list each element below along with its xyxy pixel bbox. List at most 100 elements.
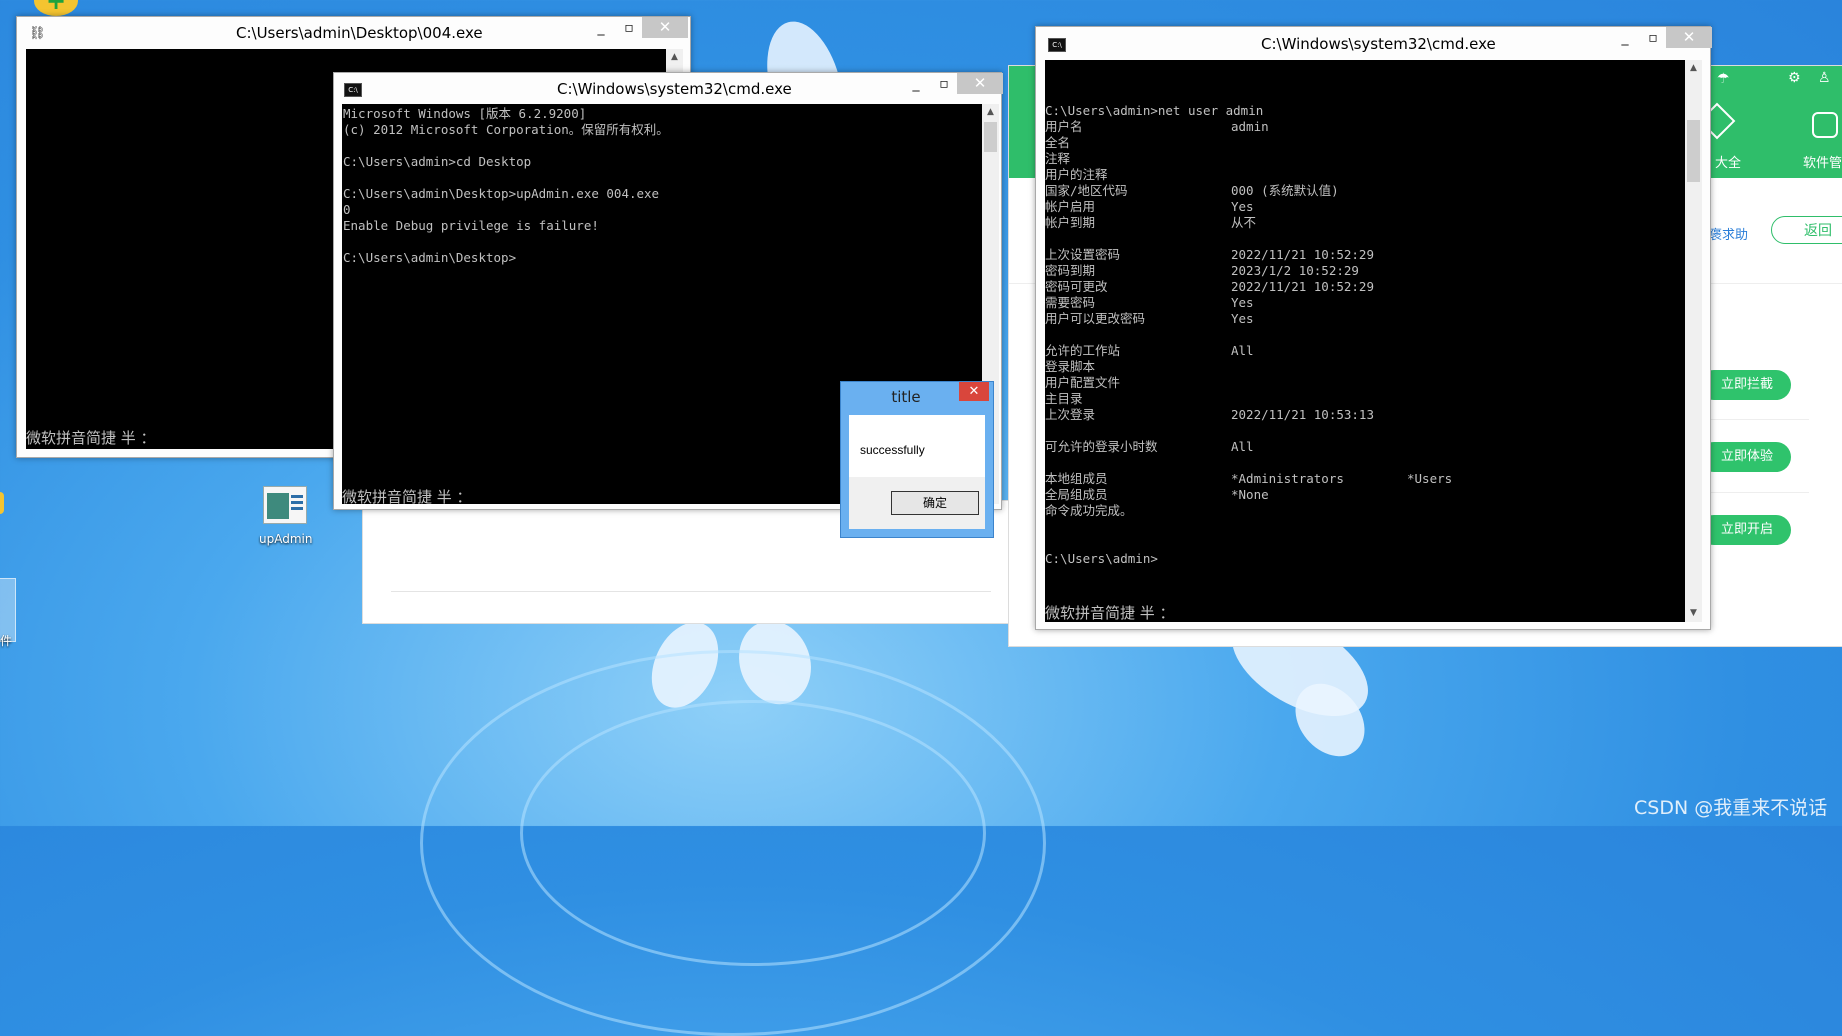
tab-label-2[interactable]: 软件管 bbox=[1803, 152, 1842, 171]
console-key: 密码可更改 bbox=[1045, 279, 1108, 294]
maximize-button[interactable]: ▫ bbox=[615, 17, 643, 39]
wallpaper-ring bbox=[520, 700, 986, 966]
console-value: 2022/11/21 10:53:13 bbox=[1231, 407, 1374, 422]
console-value: 2022/11/21 10:52:29 bbox=[1231, 247, 1374, 262]
console-line: 帐户启用 Yes bbox=[1045, 199, 1263, 215]
close-button[interactable]: ✕ bbox=[642, 17, 688, 38]
ime-status: 微软拼音简捷 半 ： bbox=[26, 429, 156, 447]
console-line: 全局组成员 *None bbox=[1045, 487, 1269, 503]
console-line: 全名 bbox=[1045, 135, 1263, 151]
console-key: 帐户到期 bbox=[1045, 215, 1096, 230]
window-title: C:\Windows\system32\cmd.exe bbox=[557, 80, 792, 98]
console-key: 可允许的登录小时数 bbox=[1045, 439, 1158, 454]
window-title: C:\Windows\system32\cmd.exe bbox=[1261, 35, 1496, 53]
minimize-button[interactable]: _ bbox=[902, 73, 930, 95]
console-key: 全名 bbox=[1045, 135, 1071, 150]
console-value: admin bbox=[1231, 119, 1269, 134]
console-line: 用户名 admin bbox=[1045, 119, 1269, 135]
console-output: C:\Users\admin>net user admin 用户名 admin 全名注… bbox=[1045, 103, 1452, 567]
minimize-button[interactable]: _ bbox=[1611, 27, 1639, 49]
green-plus-mark: + bbox=[45, 0, 67, 15]
console-line: Microsoft Windows [版本 6.2.9200] bbox=[343, 106, 587, 121]
ime-status: 微软拼音简捷 半 ： bbox=[342, 488, 472, 504]
app-icon: ⛓ bbox=[29, 26, 46, 41]
console-value: All bbox=[1231, 439, 1254, 454]
minimize-button[interactable]: _ bbox=[587, 17, 615, 39]
console-value: 000 (系统默认值) bbox=[1231, 183, 1339, 198]
ok-button[interactable]: 确定 bbox=[891, 491, 979, 515]
console-line: 本地组成员 *Administrators *Users bbox=[1045, 471, 1452, 487]
message-box-footer: 确定 bbox=[849, 477, 985, 529]
console-key: 允许的工作站 bbox=[1045, 343, 1121, 358]
titlebar: C:\ C:\Windows\system32\cmd.exe _ ▫ ✕ bbox=[1036, 27, 1712, 59]
console-key: 上次设置密码 bbox=[1045, 247, 1121, 262]
desktop-icon-label-partial: 件 bbox=[0, 634, 13, 648]
console-area[interactable]: C:\Users\admin>net user admin 用户名 admin 全名注… bbox=[1045, 60, 1685, 622]
gear-icon[interactable]: ⚙ bbox=[1788, 70, 1801, 86]
console-key: 用户名 bbox=[1045, 119, 1083, 134]
umbrella-icon[interactable]: ☂ bbox=[1717, 71, 1730, 87]
enable-now-button[interactable]: 立即开启 bbox=[1699, 515, 1791, 545]
console-value: All bbox=[1231, 343, 1254, 358]
upadmin-label: upAdmin bbox=[259, 532, 313, 546]
console-key: 命令成功完成。 bbox=[1045, 503, 1133, 518]
scroll-up-icon[interactable]: ▲ bbox=[1685, 60, 1702, 77]
desktop-icon-partial bbox=[0, 492, 4, 514]
console-key: 帐户启用 bbox=[1045, 199, 1096, 214]
console-line: 允许的工作站 All bbox=[1045, 343, 1263, 359]
try-now-button[interactable]: 立即体验 bbox=[1699, 442, 1791, 472]
console-value: Yes bbox=[1231, 311, 1254, 326]
shirt-icon[interactable]: ♙ bbox=[1818, 70, 1831, 86]
console-line: 帐户到期 从不 bbox=[1045, 215, 1263, 231]
help-link[interactable]: 褒求助 bbox=[1709, 224, 1748, 243]
console-line: 可允许的登录小时数 All bbox=[1045, 439, 1263, 455]
desktop-icon-upadmin[interactable]: upAdmin bbox=[256, 482, 316, 548]
console-key: 主目录 bbox=[1045, 391, 1083, 406]
maximize-button[interactable]: ▫ bbox=[1639, 27, 1667, 49]
scroll-down-icon[interactable]: ▼ bbox=[1685, 605, 1702, 622]
upadmin-icon bbox=[263, 486, 307, 524]
console-key: 用户的注释 bbox=[1045, 167, 1108, 182]
scrollbar[interactable]: ▲ ▼ bbox=[1685, 60, 1702, 622]
console-line: 命令成功完成。 bbox=[1045, 503, 1263, 519]
console-line: 用户配置文件 bbox=[1045, 375, 1263, 391]
message-box-close-button[interactable]: ✕ bbox=[959, 382, 989, 401]
cmd-icon: C:\ bbox=[344, 83, 362, 97]
console-key: 本地组成员 bbox=[1045, 471, 1108, 486]
scroll-up-icon[interactable]: ▲ bbox=[982, 104, 999, 121]
console-line: C:\Users\admin\Desktop> bbox=[343, 250, 517, 265]
message-text: successfully bbox=[860, 443, 925, 457]
console-line: C:\Users\admin>cd Desktop bbox=[343, 154, 532, 169]
maximize-button[interactable]: ▫ bbox=[930, 73, 958, 95]
scroll-thumb[interactable] bbox=[984, 122, 997, 152]
console-line: 密码可更改 2022/11/21 10:52:29 bbox=[1045, 279, 1374, 295]
console-output: Microsoft Windows [版本 6.2.9200] (c) 2012… bbox=[343, 106, 669, 266]
back-button[interactable]: 返回 bbox=[1771, 216, 1842, 244]
console-key: 注释 bbox=[1045, 151, 1071, 166]
console-value: *Administrators bbox=[1231, 471, 1344, 486]
console-line: 登录脚本 bbox=[1045, 359, 1263, 375]
console-line: 上次设置密码 2022/11/21 10:52:29 bbox=[1045, 247, 1374, 263]
console-line: Enable Debug privilege is failure! bbox=[343, 218, 599, 233]
console-line: 密码到期 2023/1/2 10:52:29 bbox=[1045, 263, 1359, 279]
console-line: C:\Users\admin\Desktop>upAdmin.exe 004.e… bbox=[343, 186, 660, 201]
console-value: 从不 bbox=[1231, 215, 1257, 230]
console-line: 上次登录 2022/11/21 10:53:13 bbox=[1045, 407, 1374, 423]
close-button[interactable]: ✕ bbox=[1666, 27, 1712, 48]
tab-label-1[interactable]: 大全 bbox=[1715, 152, 1741, 171]
close-button[interactable]: ✕ bbox=[957, 73, 1003, 94]
intercept-now-button[interactable]: 立即拦截 bbox=[1699, 370, 1791, 400]
console-key: 需要密码 bbox=[1045, 295, 1096, 310]
console-value: 2023/1/2 10:52:29 bbox=[1231, 263, 1359, 278]
scroll-up-icon[interactable]: ▲ bbox=[666, 49, 683, 66]
scroll-thumb[interactable] bbox=[1687, 120, 1700, 182]
tab-icon-2[interactable] bbox=[1812, 112, 1838, 138]
console-key: 密码到期 bbox=[1045, 263, 1096, 278]
